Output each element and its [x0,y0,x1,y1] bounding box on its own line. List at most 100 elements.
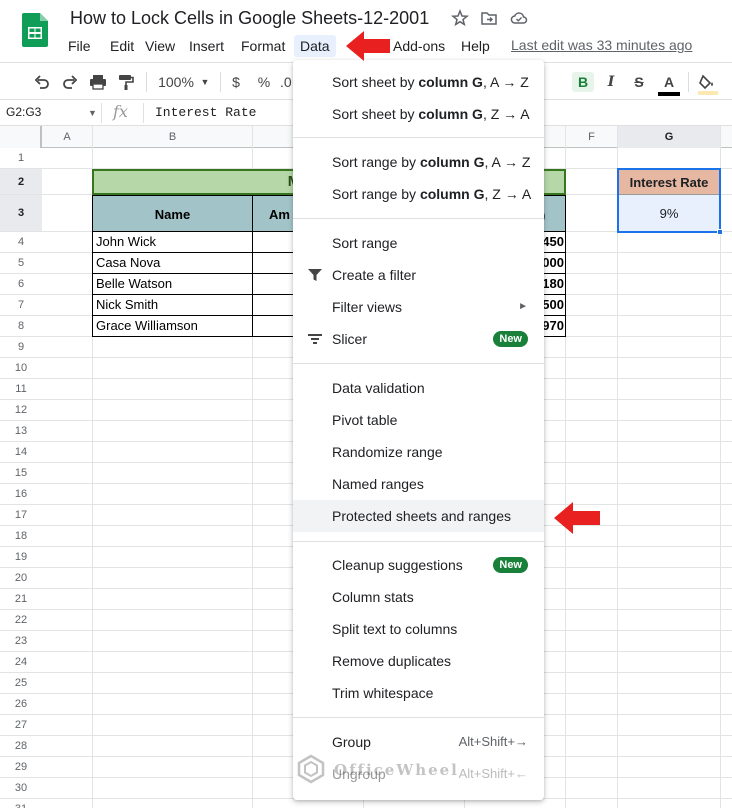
menu-item-protected-sheets[interactable]: Protected sheets and ranges [293,500,544,532]
amount-cell[interactable] [252,316,298,337]
name-cell[interactable]: John Wick [92,232,253,253]
menu-item-group[interactable]: Group Alt+Shift+→ [293,726,544,758]
row-header-5[interactable]: 5 [0,253,42,274]
menu-item-cleanup-suggestions[interactable]: Cleanup suggestions New [293,549,544,581]
menu-help[interactable]: Help [455,35,496,57]
row-header-8[interactable]: 8 [0,316,42,337]
row-header-2[interactable]: 2 [0,169,42,195]
menu-item-trim-whitespace[interactable]: Trim whitespace [293,677,544,709]
strikethrough-button[interactable]: S [630,72,648,92]
fill-color-icon[interactable] [697,72,719,96]
row-header-4[interactable]: 4 [0,232,42,253]
row-header-17[interactable]: 17 [0,505,42,526]
amount-cell[interactable] [252,295,298,316]
document-title[interactable]: How to Lock Cells in Google Sheets-12-20… [70,8,429,29]
menu-item-sort-range[interactable]: Sort range [293,227,544,259]
row-header-21[interactable]: 21 [0,589,42,610]
row-header-27[interactable]: 27 [0,715,42,736]
redo-icon[interactable] [60,72,80,92]
name-header-cell[interactable]: Name [92,195,253,232]
row-header-23[interactable]: 23 [0,631,42,652]
amount-cell[interactable] [252,253,298,274]
row-header-16[interactable]: 16 [0,484,42,505]
paint-format-icon[interactable] [116,72,136,92]
menu-add-ons[interactable]: Add-ons [387,35,451,57]
amount-header-cell[interactable]: Am [252,195,298,232]
row-header-14[interactable]: 14 [0,442,42,463]
menu-format[interactable]: Format [235,35,291,57]
currency-format-button[interactable]: $ [228,72,244,92]
name-box-chevron-down-icon[interactable]: ▼ [88,108,97,118]
menu-item-remove-duplicates[interactable]: Remove duplicates [293,645,544,677]
menu-view[interactable]: View [139,35,181,57]
italic-button[interactable]: I [602,72,620,92]
print-icon[interactable] [88,72,108,92]
menu-data[interactable]: Data [294,35,336,57]
menu-item-column-stats[interactable]: Column stats [293,581,544,613]
bold-button[interactable]: B [572,72,594,92]
row-header-25[interactable]: 25 [0,673,42,694]
menu-item-split-text[interactable]: Split text to columns [293,613,544,645]
interest-rate-value-cell[interactable]: 9% [618,195,720,232]
menu-item-data-validation[interactable]: Data validation [293,372,544,404]
menu-item-sort-sheet-az[interactable]: Sort sheet by column G, A → Z [293,66,544,98]
row-header-24[interactable]: 24 [0,652,42,673]
menu-file[interactable]: File [62,35,97,57]
column-header-f[interactable]: F [566,126,618,148]
fill-handle[interactable] [717,229,723,235]
row-header-10[interactable]: 10 [0,358,42,379]
row-header-30[interactable]: 30 [0,778,42,799]
name-box[interactable]: G2:G3 [6,105,41,119]
amount-cell[interactable] [252,232,298,253]
row-header-29[interactable]: 29 [0,757,42,778]
row-header-22[interactable]: 22 [0,610,42,631]
column-header-b[interactable]: B [93,126,253,148]
interest-rate-header-cell[interactable]: Interest Rate [618,169,720,195]
row-header-7[interactable]: 7 [0,295,42,316]
menu-item-named-ranges[interactable]: Named ranges [293,468,544,500]
menu-item-slicer[interactable]: Slicer New [293,323,544,355]
menu-item-sort-range-za[interactable]: Sort range by column G, Z → A [293,178,544,210]
star-icon[interactable] [451,9,469,27]
menu-item-filter-views[interactable]: Filter views ► [293,291,544,323]
name-cell[interactable]: Grace Williamson [92,316,253,337]
name-cell[interactable]: Belle Watson [92,274,253,295]
row-header-20[interactable]: 20 [0,568,42,589]
move-folder-icon[interactable] [480,9,498,27]
decrease-decimal-button[interactable]: .0 [280,72,292,92]
cloud-saved-icon[interactable] [510,9,528,27]
row-header-26[interactable]: 26 [0,694,42,715]
formula-input[interactable]: Interest Rate [155,105,256,120]
row-header-13[interactable]: 13 [0,421,42,442]
row-header-12[interactable]: 12 [0,400,42,421]
column-header-a[interactable]: A [42,126,93,148]
menu-item-sort-sheet-za[interactable]: Sort sheet by column G, Z → A [293,98,544,130]
row-header-31[interactable]: 31 [0,799,42,808]
row-header-18[interactable]: 18 [0,526,42,547]
select-all-corner[interactable] [0,126,42,148]
menu-edit[interactable]: Edit [104,35,140,57]
row-header-19[interactable]: 19 [0,547,42,568]
undo-icon[interactable] [32,72,52,92]
menu-item-pivot-table[interactable]: Pivot table [293,404,544,436]
name-cell[interactable]: Casa Nova [92,253,253,274]
amount-cell[interactable] [252,274,298,295]
zoom-chevron-down-icon[interactable]: ▼ [198,72,212,92]
row-header-6[interactable]: 6 [0,274,42,295]
menu-item-randomize-range[interactable]: Randomize range [293,436,544,468]
row-header-3[interactable]: 3 [0,195,42,232]
sheets-logo-icon[interactable] [22,13,48,47]
text-color-button[interactable]: A [658,72,680,96]
last-edit-link[interactable]: Last edit was 33 minutes ago [511,37,692,53]
zoom-select[interactable]: 100% [156,72,196,92]
row-header-15[interactable]: 15 [0,463,42,484]
percent-format-button[interactable]: % [255,72,273,92]
row-header-9[interactable]: 9 [0,337,42,358]
menu-item-create-filter[interactable]: Create a filter [293,259,544,291]
row-header-11[interactable]: 11 [0,379,42,400]
menu-item-sort-range-az[interactable]: Sort range by column G, A → Z [293,146,544,178]
row-header-1[interactable]: 1 [0,148,42,169]
name-cell[interactable]: Nick Smith [92,295,253,316]
menu-insert[interactable]: Insert [183,35,230,57]
row-header-28[interactable]: 28 [0,736,42,757]
